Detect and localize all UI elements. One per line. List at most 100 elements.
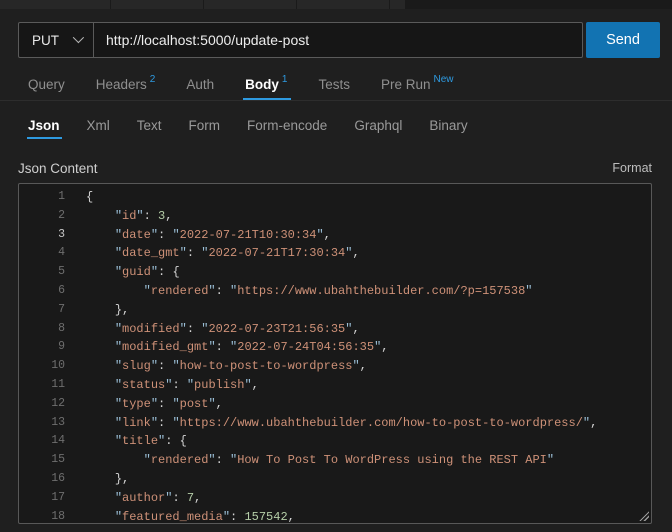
editor-line: 7 }, [19,301,651,320]
line-number: 8 [19,320,65,339]
tab-pre-run[interactable]: Pre RunNew [381,68,454,100]
method-select[interactable]: PUT [19,23,94,57]
body-type-tabs: Json Xml Text Form Form-encode Graphql Binary [0,107,672,144]
line-number: 1 [19,188,65,207]
editor-line: 5 "guid": { [19,263,651,282]
json-editor[interactable]: 1{2 "id": 3,3 "date": "2022-07-21T10:30:… [18,183,652,524]
line-number: 16 [19,470,65,489]
tab-label: Body [245,77,279,92]
line-number: 9 [19,338,65,357]
line-code: "title": { [65,432,187,451]
url-input[interactable] [94,23,582,57]
tab-label: Tests [318,77,350,92]
tab-body[interactable]: Body1 [245,68,287,100]
line-code: "rendered": "https://www.ubahthebuilder.… [65,282,532,301]
line-code: "type": "post", [65,395,223,414]
tab-label: Query [28,77,65,92]
tabbar-segment [204,0,297,9]
content-header: Json Content Format [18,155,652,181]
tabbar-segment [111,0,204,9]
subtab-text[interactable]: Text [137,107,162,144]
editor-line: 10 "slug": "how-to-post-to-wordpress", [19,357,651,376]
line-code: "featured_media": 157542, [65,508,295,524]
tab-badge: 2 [150,74,156,85]
editor-line: 9 "modified_gmt": "2022-07-24T04:56:35", [19,338,651,357]
tab-auth[interactable]: Auth [186,68,214,100]
editor-line: 2 "id": 3, [19,207,651,226]
line-number: 5 [19,263,65,282]
tab-badge: 1 [282,74,288,85]
request-row: PUT Send [18,22,660,58]
chevron-down-icon [73,31,84,42]
line-number: 4 [19,244,65,263]
tabbar-segment [390,0,406,9]
line-number: 3 [19,226,65,245]
editor-line: 16 }, [19,470,651,489]
json-content-label: Json Content [18,161,98,176]
line-code: }, [65,301,129,320]
subtab-json[interactable]: Json [28,107,60,144]
tab-label: Auth [186,77,214,92]
subtab-binary[interactable]: Binary [429,107,467,144]
subtab-form-encode[interactable]: Form-encode [247,107,327,144]
tab-label: Pre Run [381,77,431,92]
line-code: "modified": "2022-07-23T21:56:35", [65,320,360,339]
subtab-label: Graphql [354,118,402,133]
url-bar: PUT [18,22,583,58]
line-code: "rendered": "How To Post To WordPress us… [65,451,554,470]
line-code: }, [65,470,129,489]
line-number: 17 [19,489,65,508]
line-number: 11 [19,376,65,395]
editor-line: 6 "rendered": "https://www.ubahthebuilde… [19,282,651,301]
tab-label: Headers [96,77,147,92]
line-code: { [65,188,93,207]
editor-line: 13 "link": "https://www.ubahthebuilder.c… [19,414,651,433]
tab-tests[interactable]: Tests [318,68,350,100]
editor-line: 1{ [19,188,651,207]
method-value: PUT [32,33,59,48]
send-button[interactable]: Send [586,22,660,58]
line-number: 6 [19,282,65,301]
subtab-label: Xml [87,118,110,133]
line-code: "slug": "how-to-post-to-wordpress", [65,357,367,376]
line-number: 14 [19,432,65,451]
line-number: 12 [19,395,65,414]
line-code: "guid": { [65,263,180,282]
line-number: 15 [19,451,65,470]
editor-line: 8 "modified": "2022-07-23T21:56:35", [19,320,651,339]
subtab-label: Json [28,118,60,133]
request-tabs: Query Headers2 Auth Body1 Tests Pre RunNew [0,68,672,101]
subtab-label: Binary [429,118,467,133]
line-number: 10 [19,357,65,376]
resize-handle-icon[interactable] [638,510,649,521]
tabbar-segment [0,0,111,9]
editor-line: 4 "date_gmt": "2022-07-21T17:30:34", [19,244,651,263]
line-code: "status": "publish", [65,376,259,395]
subtab-label: Form [189,118,221,133]
format-button[interactable]: Format [612,161,652,175]
subtab-form[interactable]: Form [189,107,221,144]
line-code: "author": 7, [65,489,201,508]
line-code: "link": "https://www.ubahthebuilder.com/… [65,414,597,433]
tabbar-segment [297,0,390,9]
tab-query[interactable]: Query [28,68,65,100]
line-number: 13 [19,414,65,433]
editor-line: 14 "title": { [19,432,651,451]
line-code: "modified_gmt": "2022-07-24T04:56:35", [65,338,388,357]
editor-line: 18 "featured_media": 157542, [19,508,651,524]
tab-badge: New [434,74,454,85]
editor-line: 3 "date": "2022-07-21T10:30:34", [19,226,651,245]
editor-line: 15 "rendered": "How To Post To WordPress… [19,451,651,470]
line-code: "date_gmt": "2022-07-21T17:30:34", [65,244,360,263]
line-number: 2 [19,207,65,226]
editor-line: 12 "type": "post", [19,395,651,414]
tab-headers[interactable]: Headers2 [96,68,156,100]
line-code: "date": "2022-07-21T10:30:34", [65,226,331,245]
editor-lines: 1{2 "id": 3,3 "date": "2022-07-21T10:30:… [19,184,651,524]
editor-line: 17 "author": 7, [19,489,651,508]
subtab-graphql[interactable]: Graphql [354,107,402,144]
subtab-label: Text [137,118,162,133]
editor-line: 11 "status": "publish", [19,376,651,395]
subtab-xml[interactable]: Xml [87,107,110,144]
line-number: 18 [19,508,65,524]
